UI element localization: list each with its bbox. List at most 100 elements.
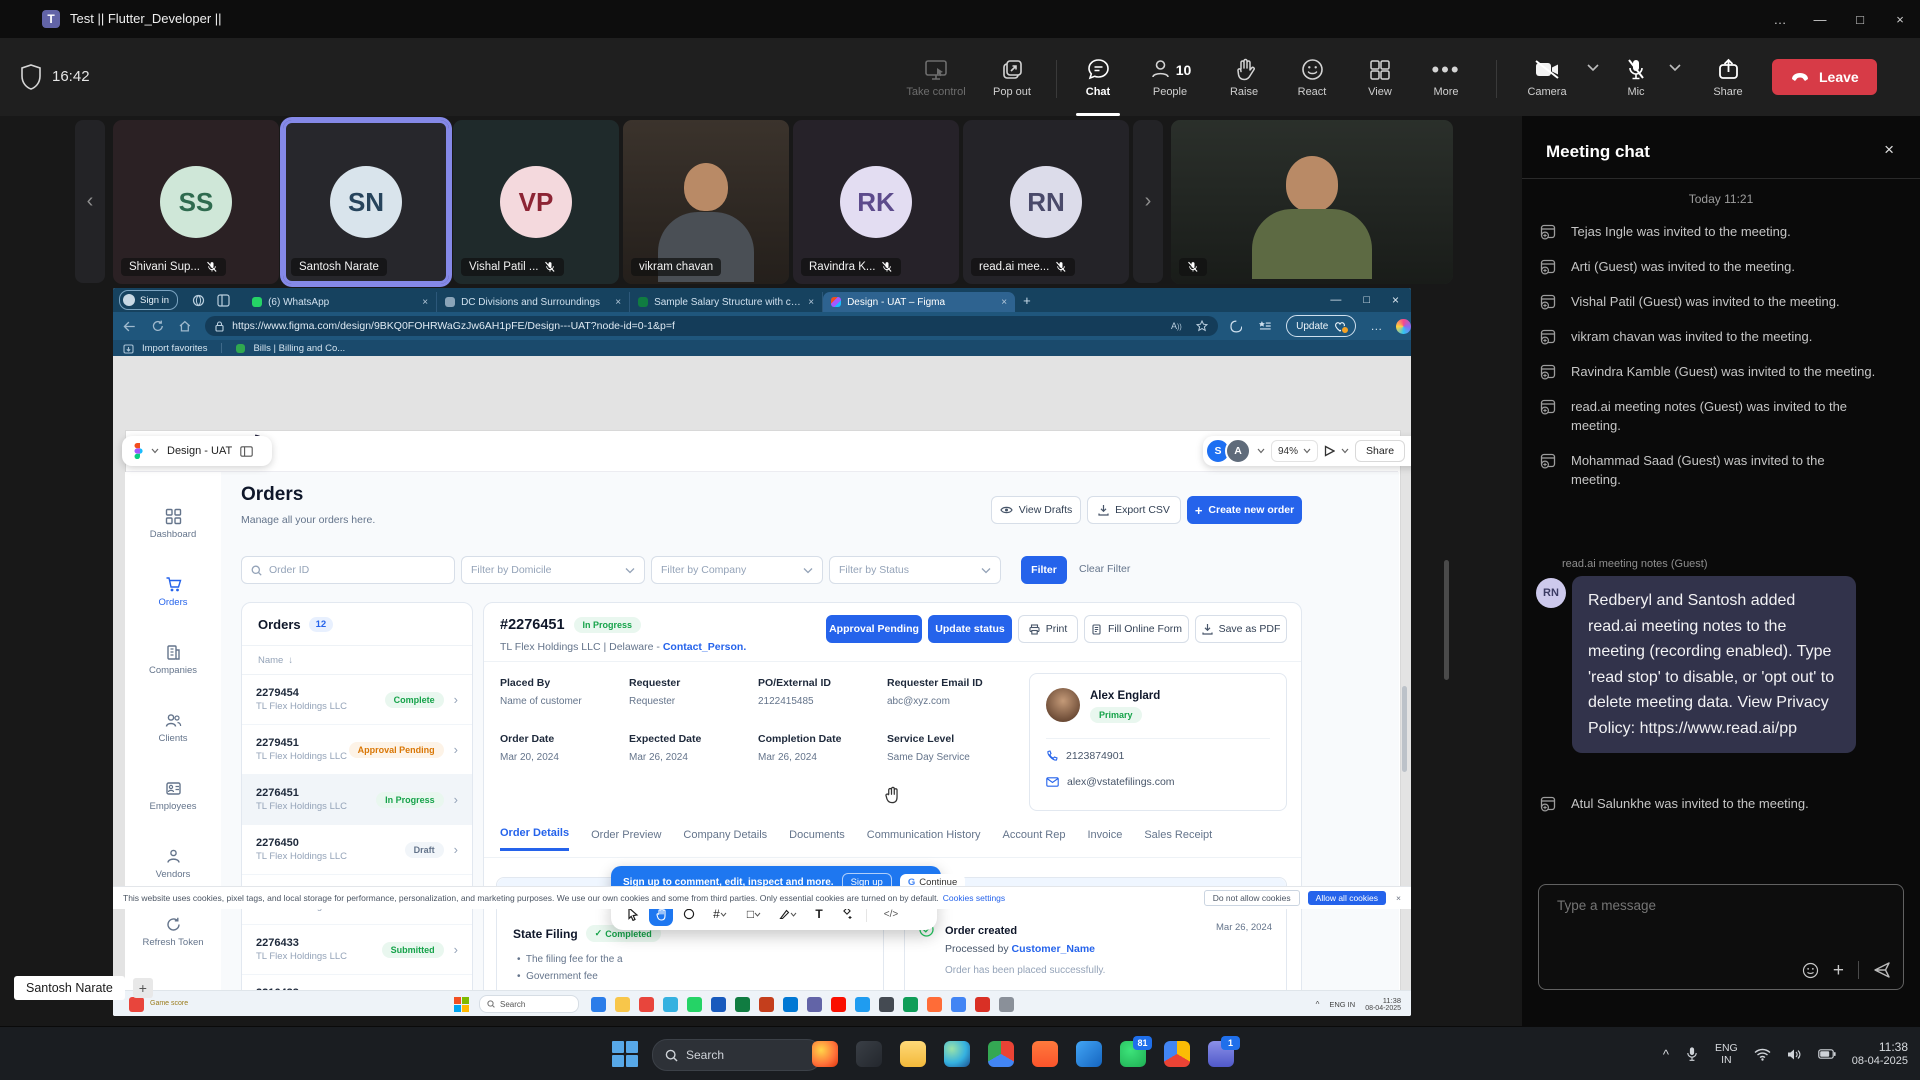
camera-button[interactable]: Camera [1516,46,1578,110]
meeting-shield-icon[interactable] [20,64,42,90]
shared-app-icon[interactable] [615,997,630,1012]
save-as-pdf-button[interactable]: Save as PDF [1195,615,1287,643]
sidebar-item[interactable]: Employees [125,780,221,812]
shared-app-icon[interactable] [735,997,750,1012]
shared-app-icon[interactable] [711,997,726,1012]
shared-app-icon[interactable] [807,997,822,1012]
workspaces-icon[interactable] [192,294,205,307]
chevron-down-icon[interactable] [1341,448,1349,454]
tab-close-icon[interactable]: × [808,297,814,308]
shared-start-button[interactable] [454,997,469,1012]
deny-cookies-button[interactable]: Do not allow cookies [1204,890,1300,906]
order-row[interactable]: 2279454 TL Flex Holdings LLC Complete › [242,675,472,725]
customer-link[interactable]: Customer_Name [1012,943,1095,955]
pinned-participant-tile[interactable] [1171,120,1453,284]
browser-menu-icon[interactable]: … [1370,319,1382,333]
chevron-down-icon[interactable] [151,448,159,454]
contact-email[interactable]: alex@vstatefilings.com [1067,776,1175,788]
shared-app-icon[interactable] [879,997,894,1012]
window-close-icon[interactable]: × [1880,0,1920,38]
vertical-tabs-icon[interactable] [217,294,230,307]
shared-app-icon[interactable] [783,997,798,1012]
sidebar-item[interactable]: Refresh Token [125,916,221,948]
window-more-icon[interactable]: … [1760,0,1800,38]
mic-options-chevron-icon[interactable] [1668,62,1682,72]
sidebar-item[interactable]: Companies [125,644,221,676]
participant-tile[interactable]: RN read.ai mee... [963,120,1129,284]
react-button[interactable]: React [1284,46,1340,110]
shared-app-icon[interactable] [927,997,942,1012]
volume-icon[interactable] [1787,1048,1802,1061]
page-scrollbar[interactable] [1402,686,1407,772]
figma-share-button[interactable]: Share [1355,440,1405,462]
chevron-down-icon[interactable] [1257,448,1265,454]
shared-app-icon[interactable] [831,997,846,1012]
shared-app-icon[interactable] [687,997,702,1012]
order-row[interactable]: 2279451 TL Flex Holdings LLC Approval Pe… [242,725,472,775]
sidebar-item[interactable]: Vendors [125,848,221,880]
browser-close-icon[interactable]: × [1392,293,1399,307]
filter-company-select[interactable]: Filter by Company [651,556,823,584]
detail-tab[interactable]: Invoice [1087,829,1122,850]
favorites-bills-link[interactable]: Bills | Billing and Co... [253,343,345,354]
chat-close-icon[interactable]: × [1884,140,1894,160]
order-row[interactable]: 2216433 TL Flex Holdings LLC Created › [242,975,472,990]
home-icon[interactable] [179,320,191,332]
collaborator-avatar[interactable]: A [1225,438,1251,464]
zoom-control[interactable]: 94% [1271,440,1318,462]
export-csv-button[interactable]: Export CSV [1087,496,1181,524]
battery-icon[interactable] [1818,1049,1836,1059]
more-button[interactable]: ••• More [1418,46,1474,110]
filter-status-select[interactable]: Filter by Status [829,556,1001,584]
read-aloud-icon[interactable]: A)) [1171,321,1182,331]
back-icon[interactable] [123,321,136,332]
take-control-button[interactable]: Take control [893,46,979,110]
browser-update-button[interactable]: Update [1286,315,1356,337]
update-status-button[interactable]: Update status [928,615,1012,643]
mic-button[interactable]: Mic [1612,46,1660,110]
filter-domicile-select[interactable]: Filter by Domicile [461,556,645,584]
contact-person-link[interactable]: Contact_Person. [663,641,746,653]
column-name[interactable]: Name [258,655,283,666]
browser-tab[interactable]: Sample Salary Structure with calc × [630,292,823,312]
taskbar-app-icon[interactable] [900,1041,926,1067]
participant-tile[interactable]: vikram chavan [623,120,789,284]
layout-panel-icon[interactable] [240,446,253,457]
filmstrip-prev-button[interactable]: ‹ [75,120,105,283]
shared-app-icon[interactable] [759,997,774,1012]
taskbar-app-icon[interactable]: 81 [1120,1041,1146,1067]
emoji-icon[interactable] [1802,962,1819,979]
raise-hand-button[interactable]: Raise [1216,46,1272,110]
present-play-icon[interactable] [1324,445,1335,457]
view-drafts-button[interactable]: View Drafts [991,496,1081,524]
order-row[interactable]: 2276450 TL Flex Holdings LLC Draft › [242,825,472,875]
clear-filter-link[interactable]: Clear Filter [1079,563,1130,575]
participant-tile[interactable]: VP Vishal Patil ... [453,120,619,284]
tab-close-icon[interactable]: × [615,297,621,308]
taskbar-app-icon[interactable] [856,1041,882,1067]
filmstrip-next-button[interactable]: › [1133,120,1163,283]
browser-minimize-icon[interactable]: — [1330,294,1341,306]
view-button[interactable]: View [1352,46,1408,110]
chat-input[interactable] [1555,897,1879,914]
taskbar-search-box[interactable]: Search [652,1039,822,1071]
shared-app-icon[interactable] [975,997,990,1012]
order-row[interactable]: 2276433 TL Flex Holdings LLC Submitted › [242,925,472,975]
cookie-close-icon[interactable]: × [1396,893,1401,903]
detail-tab[interactable]: Company Details [683,829,767,850]
new-tab-icon[interactable]: + [1023,293,1031,308]
attach-plus-icon[interactable]: + [1833,962,1844,979]
allow-cookies-button[interactable]: Allow all cookies [1308,891,1386,905]
favorite-star-icon[interactable] [1196,320,1208,332]
shared-search-box[interactable]: Search [479,995,579,1013]
taskbar-app-icon[interactable] [1032,1041,1058,1067]
shared-app-icon[interactable] [591,997,606,1012]
detail-tab[interactable]: Communication History [867,829,981,850]
taskbar-clock[interactable]: 11:38 08-04-2025 [1852,1040,1908,1068]
taskbar-app-icon[interactable]: 1 [1208,1041,1234,1067]
taskbar-app-icon[interactable] [988,1041,1014,1067]
order-id-input[interactable]: Order ID [241,556,455,584]
camera-options-chevron-icon[interactable] [1586,62,1600,72]
send-icon[interactable] [1873,961,1891,979]
favorites-import-link[interactable]: Import favorites [142,343,207,354]
